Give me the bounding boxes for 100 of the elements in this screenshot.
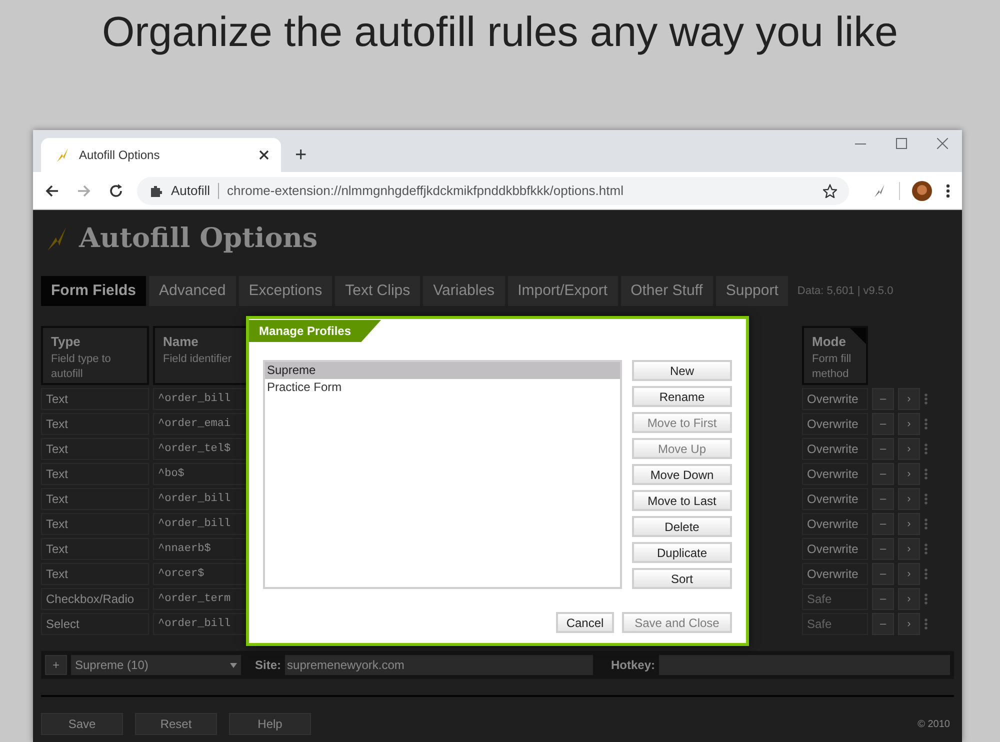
- hotkey-label: Hotkey:: [611, 657, 656, 674]
- dialog-button[interactable]: Rename: [632, 386, 732, 407]
- row-button[interactable]: –: [872, 613, 894, 635]
- tab[interactable]: Import/Export: [508, 276, 618, 306]
- browser-tab[interactable]: Autofill Options: [41, 138, 281, 172]
- row-button[interactable]: ›: [898, 413, 920, 435]
- drag-handle-icon: [924, 468, 928, 480]
- mode-select[interactable]: Overwrite: [802, 488, 868, 510]
- mode-select[interactable]: Overwrite: [802, 388, 868, 410]
- table-cell: ^order_tel$: [153, 438, 248, 460]
- mode-select[interactable]: Overwrite: [802, 463, 868, 485]
- table-cell: Text: [41, 463, 149, 485]
- column-hint: Field type to autofill: [51, 352, 112, 382]
- profile-select[interactable]: Supreme (10): [71, 655, 241, 675]
- drag-handle-icon: [924, 443, 928, 455]
- drag-handle-icon: [924, 418, 928, 430]
- caret-icon: [230, 662, 237, 668]
- row-button[interactable]: –: [872, 438, 894, 460]
- action-button[interactable]: Reset: [135, 713, 217, 735]
- drag-handle-icon: [924, 543, 928, 555]
- mode-select[interactable]: Overwrite: [802, 513, 868, 535]
- back-icon: [45, 184, 59, 198]
- row-button[interactable]: ›: [898, 588, 920, 610]
- action-button[interactable]: Save: [41, 713, 123, 735]
- copyright: © 2010: [918, 718, 950, 732]
- dialog-button[interactable]: Duplicate: [632, 542, 732, 563]
- row-button[interactable]: ›: [898, 513, 920, 535]
- tab[interactable]: Text Clips: [335, 276, 420, 306]
- reload-icon: [109, 184, 123, 198]
- tab[interactable]: Support: [716, 276, 788, 306]
- tab[interactable]: Variables: [423, 276, 505, 306]
- row-button[interactable]: ›: [898, 538, 920, 560]
- dialog-button[interactable]: Delete: [632, 516, 732, 537]
- forward-icon: [77, 184, 91, 198]
- row-button[interactable]: –: [872, 388, 894, 410]
- dialog-button[interactable]: New: [632, 360, 732, 381]
- headline: Organize the autofill rules any way you like: [100, 7, 900, 57]
- tab[interactable]: Advanced: [149, 276, 236, 306]
- row-button[interactable]: ›: [898, 613, 920, 635]
- table-cell: Text: [41, 563, 149, 585]
- list-item[interactable]: Practice Form: [265, 379, 620, 396]
- table-cell: Checkbox/Radio: [41, 588, 149, 610]
- close-icon: [937, 138, 948, 149]
- table-cell: Text: [41, 538, 149, 560]
- row-button[interactable]: ›: [898, 488, 920, 510]
- action-button[interactable]: Help: [229, 713, 311, 735]
- row-button[interactable]: –: [872, 538, 894, 560]
- tab[interactable]: Other Stuff: [620, 276, 713, 306]
- table-cell: ^order_bill: [153, 613, 248, 635]
- row-button[interactable]: –: [872, 513, 894, 535]
- dialog-button[interactable]: Sort: [632, 568, 732, 589]
- new-tab-button[interactable]: +: [295, 145, 307, 165]
- row-button[interactable]: ›: [898, 463, 920, 485]
- mode-select[interactable]: Overwrite: [802, 538, 868, 560]
- column-hint: Form fill method: [812, 352, 852, 382]
- close-icon: [259, 150, 269, 160]
- drag-handle-icon: [924, 393, 928, 405]
- drag-handle-icon: [924, 568, 928, 580]
- dialog-button[interactable]: Move to Last: [632, 490, 732, 511]
- column-title: Mode: [812, 333, 847, 351]
- column-title: Type: [51, 333, 82, 351]
- site-name: Autofill: [171, 182, 210, 200]
- tab[interactable]: Form Fields: [41, 276, 146, 306]
- mode-select[interactable]: Overwrite: [802, 413, 868, 435]
- list-item[interactable]: Supreme: [265, 362, 620, 379]
- column-title: Name: [163, 333, 200, 351]
- table-cell: ^order_bill: [153, 513, 248, 535]
- add-button[interactable]: +: [45, 655, 67, 675]
- table-cell: Text: [41, 513, 149, 535]
- drag-handle-icon: [924, 618, 928, 630]
- mode-select[interactable]: Overwrite: [802, 563, 868, 585]
- row-button[interactable]: –: [872, 463, 894, 485]
- row-button[interactable]: ›: [898, 438, 920, 460]
- row-button[interactable]: –: [872, 563, 894, 585]
- mode-select[interactable]: Overwrite: [802, 438, 868, 460]
- row-button[interactable]: –: [872, 413, 894, 435]
- row-button[interactable]: ›: [898, 563, 920, 585]
- dialog-button[interactable]: Move Down: [632, 464, 732, 485]
- table-cell: Text: [41, 488, 149, 510]
- site-field[interactable]: supremenewyork.com: [285, 655, 594, 675]
- table-cell: ^order_bill: [153, 488, 248, 510]
- maximize-icon: [896, 138, 907, 149]
- table-cell: ^order_bill: [153, 388, 248, 410]
- page-title: Autofill Options: [79, 222, 318, 256]
- dialog-button[interactable]: Cancel: [556, 612, 614, 633]
- address-bar[interactable]: Autofill chrome-extension://nlmmgnhgdeffjkdckmikfpnddkbbfkkk/options.html: [137, 176, 849, 204]
- version-info: Data: 5,601 | v9.5.0: [797, 284, 894, 299]
- drag-handle-icon: [924, 493, 928, 505]
- drag-handle-icon: [924, 518, 928, 530]
- table-cell: Select: [41, 613, 149, 635]
- table-cell: ^order_term: [153, 588, 248, 610]
- avatar-icon: [912, 180, 932, 200]
- row-button[interactable]: ›: [898, 388, 920, 410]
- tab-title: Autofill Options: [79, 147, 161, 164]
- row-button[interactable]: –: [872, 488, 894, 510]
- drag-handle-icon: [924, 593, 928, 605]
- table-cell: Text: [41, 438, 149, 460]
- row-button[interactable]: –: [872, 588, 894, 610]
- tab[interactable]: Exceptions: [238, 276, 332, 306]
- url-text: chrome-extension://nlmmgnhgdeffjkdckmikfpnddkbbfkkk/options.html: [227, 182, 624, 200]
